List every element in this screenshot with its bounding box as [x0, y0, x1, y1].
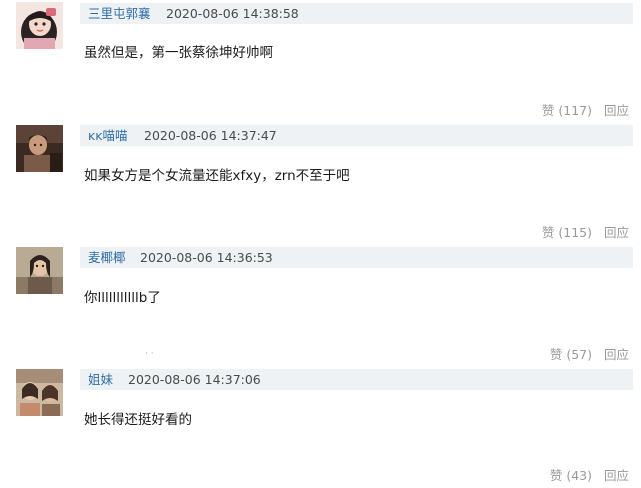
avatar-image-icon	[16, 247, 63, 294]
comment-item: 姐妹 2020-08-06 14:37:06 她长得还挺好看的 赞 (43) 回…	[0, 366, 641, 488]
avatar[interactable]	[16, 2, 63, 49]
comment-timestamp: 2020-08-06 14:38:58	[166, 6, 299, 21]
reply-button[interactable]: 回应	[604, 347, 629, 362]
comment-meta-bar: 姐妹 2020-08-06 14:37:06	[80, 369, 633, 390]
like-button[interactable]: 赞 (57)	[550, 347, 592, 362]
comment-timestamp: 2020-08-06 14:36:53	[140, 250, 273, 265]
comment-username[interactable]: ᴋᴋ喵喵	[88, 125, 127, 146]
comment-item: 麦椰椰 2020-08-06 14:36:53 你lllllllllllb了 赞…	[0, 244, 641, 366]
avatar-image-icon	[16, 2, 63, 49]
comment-meta-bar: ᴋᴋ喵喵 2020-08-06 14:37:47	[80, 125, 633, 146]
comment-actions: 赞 (57) 回应	[550, 344, 629, 363]
avatar[interactable]	[16, 247, 63, 294]
avatar[interactable]	[16, 369, 63, 416]
comment-item: 三里屯郭襄 2020-08-06 14:38:58 虽然但是，第一张蔡徐坤好帅啊…	[0, 0, 641, 122]
comment-actions: 赞 (117) 回应	[542, 100, 629, 119]
avatar-image-icon	[16, 125, 63, 172]
comment-meta-bar: 三里屯郭襄 2020-08-06 14:38:58	[80, 3, 633, 24]
comment-text: 你lllllllllllb了	[84, 290, 161, 306]
comment-username[interactable]: 麦椰椰	[88, 247, 126, 268]
like-button[interactable]: 赞 (43)	[550, 468, 592, 483]
comment-text: 她长得还挺好看的	[84, 412, 192, 428]
stray-mark: · ·	[145, 349, 154, 359]
comment-actions: 赞 (115) 回应	[542, 222, 629, 241]
comment-meta-bar: 麦椰椰 2020-08-06 14:36:53	[80, 247, 633, 268]
reply-button[interactable]: 回应	[604, 103, 629, 118]
avatar-image-icon	[16, 369, 63, 416]
like-button[interactable]: 赞 (115)	[542, 225, 592, 240]
comment-text: 虽然但是，第一张蔡徐坤好帅啊	[84, 45, 273, 61]
comment-username[interactable]: 姐妹	[88, 369, 113, 390]
reply-button[interactable]: 回应	[604, 225, 629, 240]
comment-username[interactable]: 三里屯郭襄	[88, 3, 151, 24]
comment-timestamp: 2020-08-06 14:37:06	[128, 372, 261, 387]
comment-text: 如果女方是个女流量还能xfxy，zrn不至于吧	[84, 168, 350, 184]
comment-actions: 赞 (43) 回应	[550, 465, 629, 484]
avatar[interactable]	[16, 125, 63, 172]
like-button[interactable]: 赞 (117)	[542, 103, 592, 118]
reply-button[interactable]: 回应	[604, 468, 629, 483]
comment-item: ᴋᴋ喵喵 2020-08-06 14:37:47 如果女方是个女流量还能xfxy…	[0, 122, 641, 244]
comment-timestamp: 2020-08-06 14:37:47	[144, 128, 277, 143]
